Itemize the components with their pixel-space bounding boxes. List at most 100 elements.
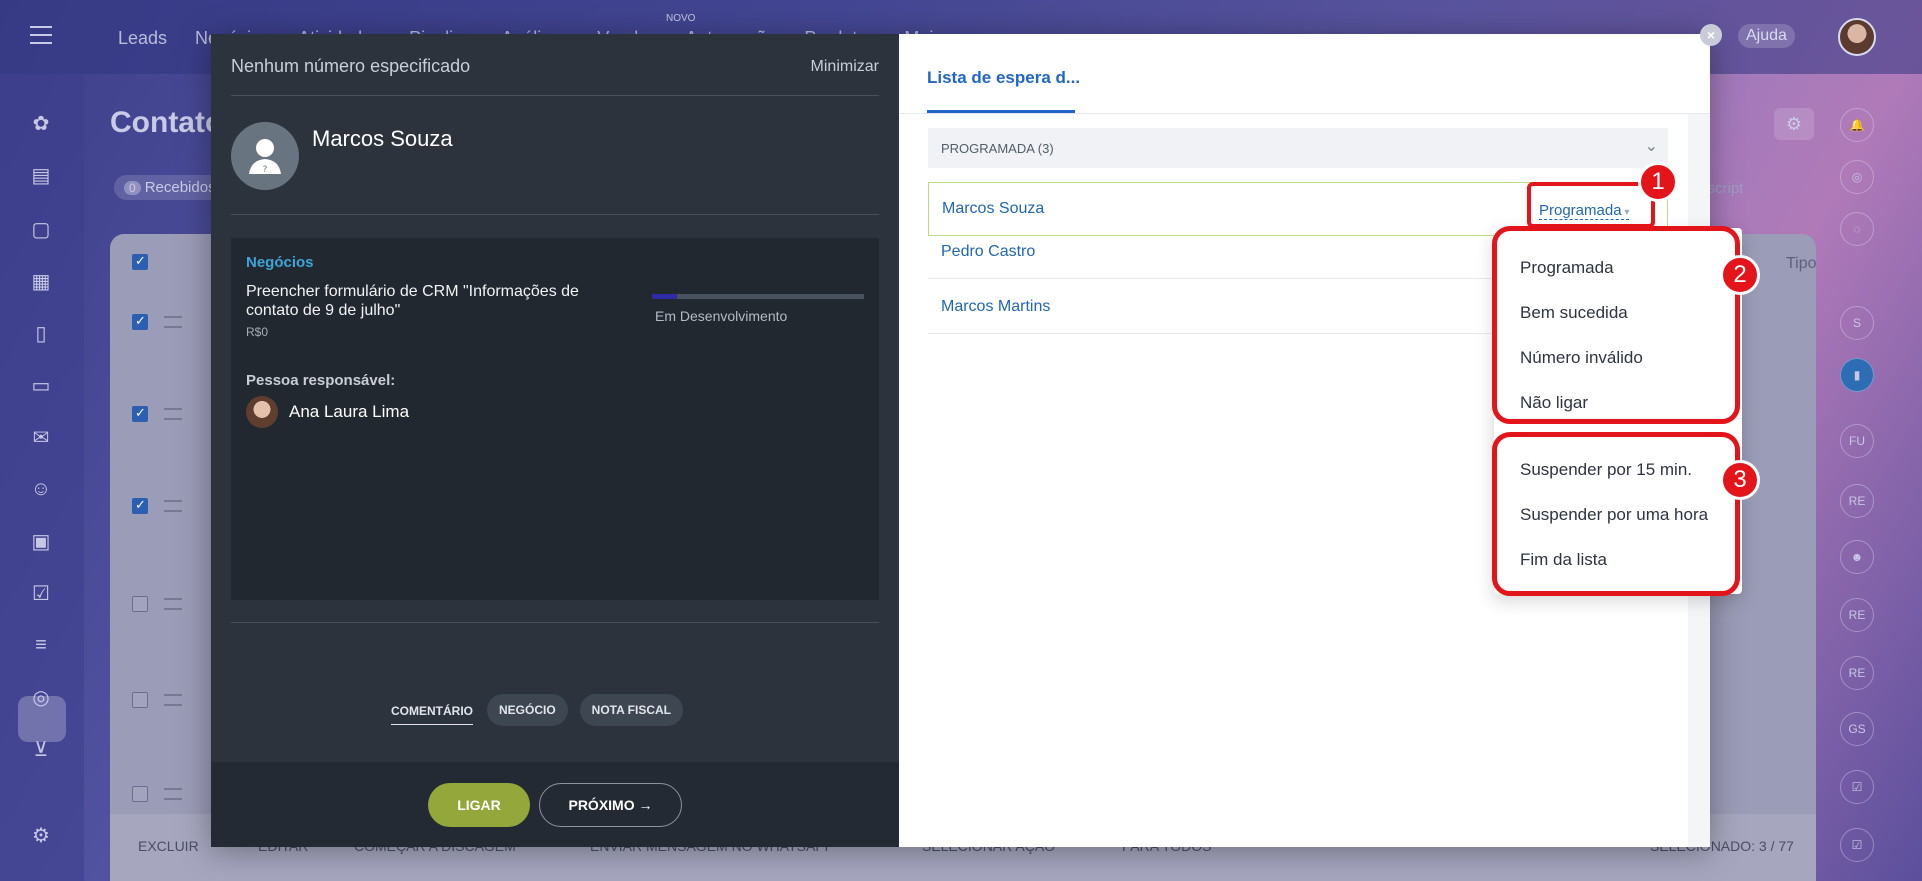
- deal-card: Negócios Preencher formulário de CRM "In…: [231, 238, 879, 600]
- close-icon[interactable]: ×: [1700, 24, 1722, 46]
- filter-label: Recebidos: [144, 179, 216, 196]
- bookmark-icon[interactable]: ▮: [1840, 358, 1874, 392]
- nav-item[interactable]: Leads: [118, 28, 167, 49]
- drag-handle-icon[interactable]: [164, 598, 182, 610]
- drag-handle-icon[interactable]: [164, 408, 182, 420]
- mail-icon[interactable]: ✉: [26, 422, 56, 452]
- svg-text:?: ?: [263, 165, 268, 175]
- chat-icon[interactable]: ▢: [26, 214, 56, 244]
- user-placeholder-icon: ?: [249, 139, 281, 175]
- delete-action[interactable]: EXCLUIR: [138, 838, 199, 854]
- calendar-icon[interactable]: ▦: [26, 266, 56, 296]
- drive-icon[interactable]: ▭: [26, 370, 56, 400]
- avatar[interactable]: RE: [1840, 656, 1874, 690]
- file-icon[interactable]: ▯: [26, 318, 56, 348]
- target-icon[interactable]: ◎: [26, 682, 56, 712]
- novo-badge: NOVO: [666, 13, 696, 24]
- contact-avatar: ?: [231, 122, 299, 190]
- chat-bubble-icon[interactable]: ◌: [1840, 212, 1874, 246]
- help-button[interactable]: Ajuda: [1738, 24, 1795, 48]
- next-button-label: PRÓXIMO: [568, 797, 635, 813]
- table-row: [110, 596, 212, 688]
- tab-waiting-list[interactable]: Lista de espera d...: [927, 68, 1080, 88]
- deal-progress-fill: [652, 294, 678, 299]
- avatar[interactable]: FU: [1840, 424, 1874, 458]
- deal-amount: R$0: [246, 325, 269, 339]
- user-avatar[interactable]: [1838, 18, 1876, 56]
- filter-chip[interactable]: 0 Recebidos: [114, 175, 226, 200]
- divider: [231, 622, 879, 623]
- gear-icon[interactable]: ⚙: [1774, 108, 1814, 140]
- deal-progress-bar: [652, 294, 864, 299]
- minimize-button[interactable]: Minimizar: [811, 58, 879, 76]
- left-sidebar: ✿ ▤ ▢ ▦ ▯ ▭ ✉ ☺ ▣ ☑ ≡ ◎ ⊻ ⚙: [0, 74, 84, 881]
- puzzle-icon[interactable]: ✿: [26, 108, 56, 138]
- table-row: [110, 313, 212, 406]
- call-button[interactable]: LIGAR: [428, 783, 530, 827]
- select-all-checkbox[interactable]: [132, 253, 148, 270]
- tasks-icon[interactable]: ☑: [26, 578, 56, 608]
- next-button[interactable]: PRÓXIMO →: [539, 783, 682, 827]
- annotation-badge-3: 3: [1720, 460, 1760, 500]
- queue-group-header[interactable]: PROGRAMADA (3) ⌄: [928, 128, 1668, 168]
- deals-heading: Negócios: [246, 254, 314, 271]
- dialer-header: Nenhum número especificado Minimizar: [231, 56, 879, 96]
- row-checkbox[interactable]: [132, 313, 148, 330]
- row-checkbox[interactable]: [132, 596, 148, 612]
- row-checkbox[interactable]: [132, 497, 148, 514]
- avatar[interactable]: S: [1840, 306, 1874, 340]
- column-header-tipo[interactable]: Tipo: [1786, 255, 1817, 273]
- drag-handle-icon[interactable]: [164, 500, 182, 512]
- row-checkbox[interactable]: [132, 786, 148, 802]
- avatar[interactable]: GS: [1840, 712, 1874, 746]
- annotation-box-3: [1492, 432, 1740, 596]
- queue-contact-name[interactable]: Pedro Castro: [941, 243, 1035, 261]
- annotation-box-2: [1492, 226, 1740, 424]
- tab-comment[interactable]: COMENTÁRIO: [391, 695, 473, 725]
- dialer-panel: Nenhum número especificado Minimizar ? M…: [211, 34, 899, 847]
- deal-title-link[interactable]: Preencher formulário de CRM "Informações…: [246, 282, 586, 320]
- responsible-name[interactable]: Ana Laura Lima: [289, 402, 409, 422]
- avatar-photo-icon[interactable]: ☻: [1840, 540, 1874, 574]
- menu-icon[interactable]: [30, 26, 52, 44]
- row-checkbox[interactable]: [132, 405, 148, 422]
- checklist-icon[interactable]: ☑: [1840, 770, 1874, 804]
- chevron-down-icon[interactable]: ⌄: [1645, 136, 1658, 156]
- divider: [231, 214, 879, 215]
- call-list-modal: Nenhum número especificado Minimizar ? M…: [211, 34, 1710, 847]
- board-icon[interactable]: ▣: [26, 526, 56, 556]
- drag-handle-icon[interactable]: [164, 788, 182, 800]
- arrow-right-icon: →: [638, 797, 653, 813]
- tab-invoice[interactable]: NOTA FISCAL: [579, 694, 683, 726]
- annotation-box-1: [1527, 182, 1655, 228]
- activity-icon[interactable]: ◎: [1840, 160, 1874, 194]
- table-row: [110, 497, 212, 590]
- settings-gear-icon[interactable]: ⚙: [26, 820, 56, 850]
- row-checkbox[interactable]: [132, 692, 148, 708]
- divider: [899, 113, 1710, 114]
- drag-handle-icon[interactable]: [164, 316, 182, 328]
- cart-icon[interactable]: ⊻: [26, 734, 56, 764]
- table-row: [110, 692, 212, 784]
- dialer-tabs: COMENTÁRIO NEGÓCIO NOTA FISCAL: [391, 694, 683, 726]
- contacts-icon[interactable]: ☺: [26, 474, 56, 504]
- right-sidebar: [1828, 74, 1922, 881]
- annotation-badge-2: 2: [1720, 255, 1760, 295]
- document-icon[interactable]: ▤: [26, 160, 56, 190]
- responsible-avatar: [246, 396, 278, 428]
- crm-funnel-icon[interactable]: ≡: [26, 630, 56, 660]
- contact-name: Marcos Souza: [312, 126, 453, 151]
- drag-handle-icon[interactable]: [164, 694, 182, 706]
- avatar[interactable]: RE: [1840, 484, 1874, 518]
- queue-group-label: PROGRAMADA (3): [941, 141, 1054, 156]
- queue-contact-name[interactable]: Marcos Souza: [942, 200, 1044, 218]
- avatar[interactable]: RE: [1840, 598, 1874, 632]
- checklist-icon[interactable]: ☑: [1840, 828, 1874, 862]
- filter-count: 0: [124, 181, 141, 195]
- annotation-badge-1: 1: [1638, 162, 1678, 202]
- tab-deal[interactable]: NEGÓCIO: [487, 694, 568, 726]
- notification-bell-icon[interactable]: 🔔: [1840, 108, 1874, 142]
- phone-number-label: Nenhum número especificado: [231, 56, 471, 76]
- queue-contact-name[interactable]: Marcos Martins: [941, 298, 1050, 316]
- deal-stage: Em Desenvolvimento: [655, 308, 788, 324]
